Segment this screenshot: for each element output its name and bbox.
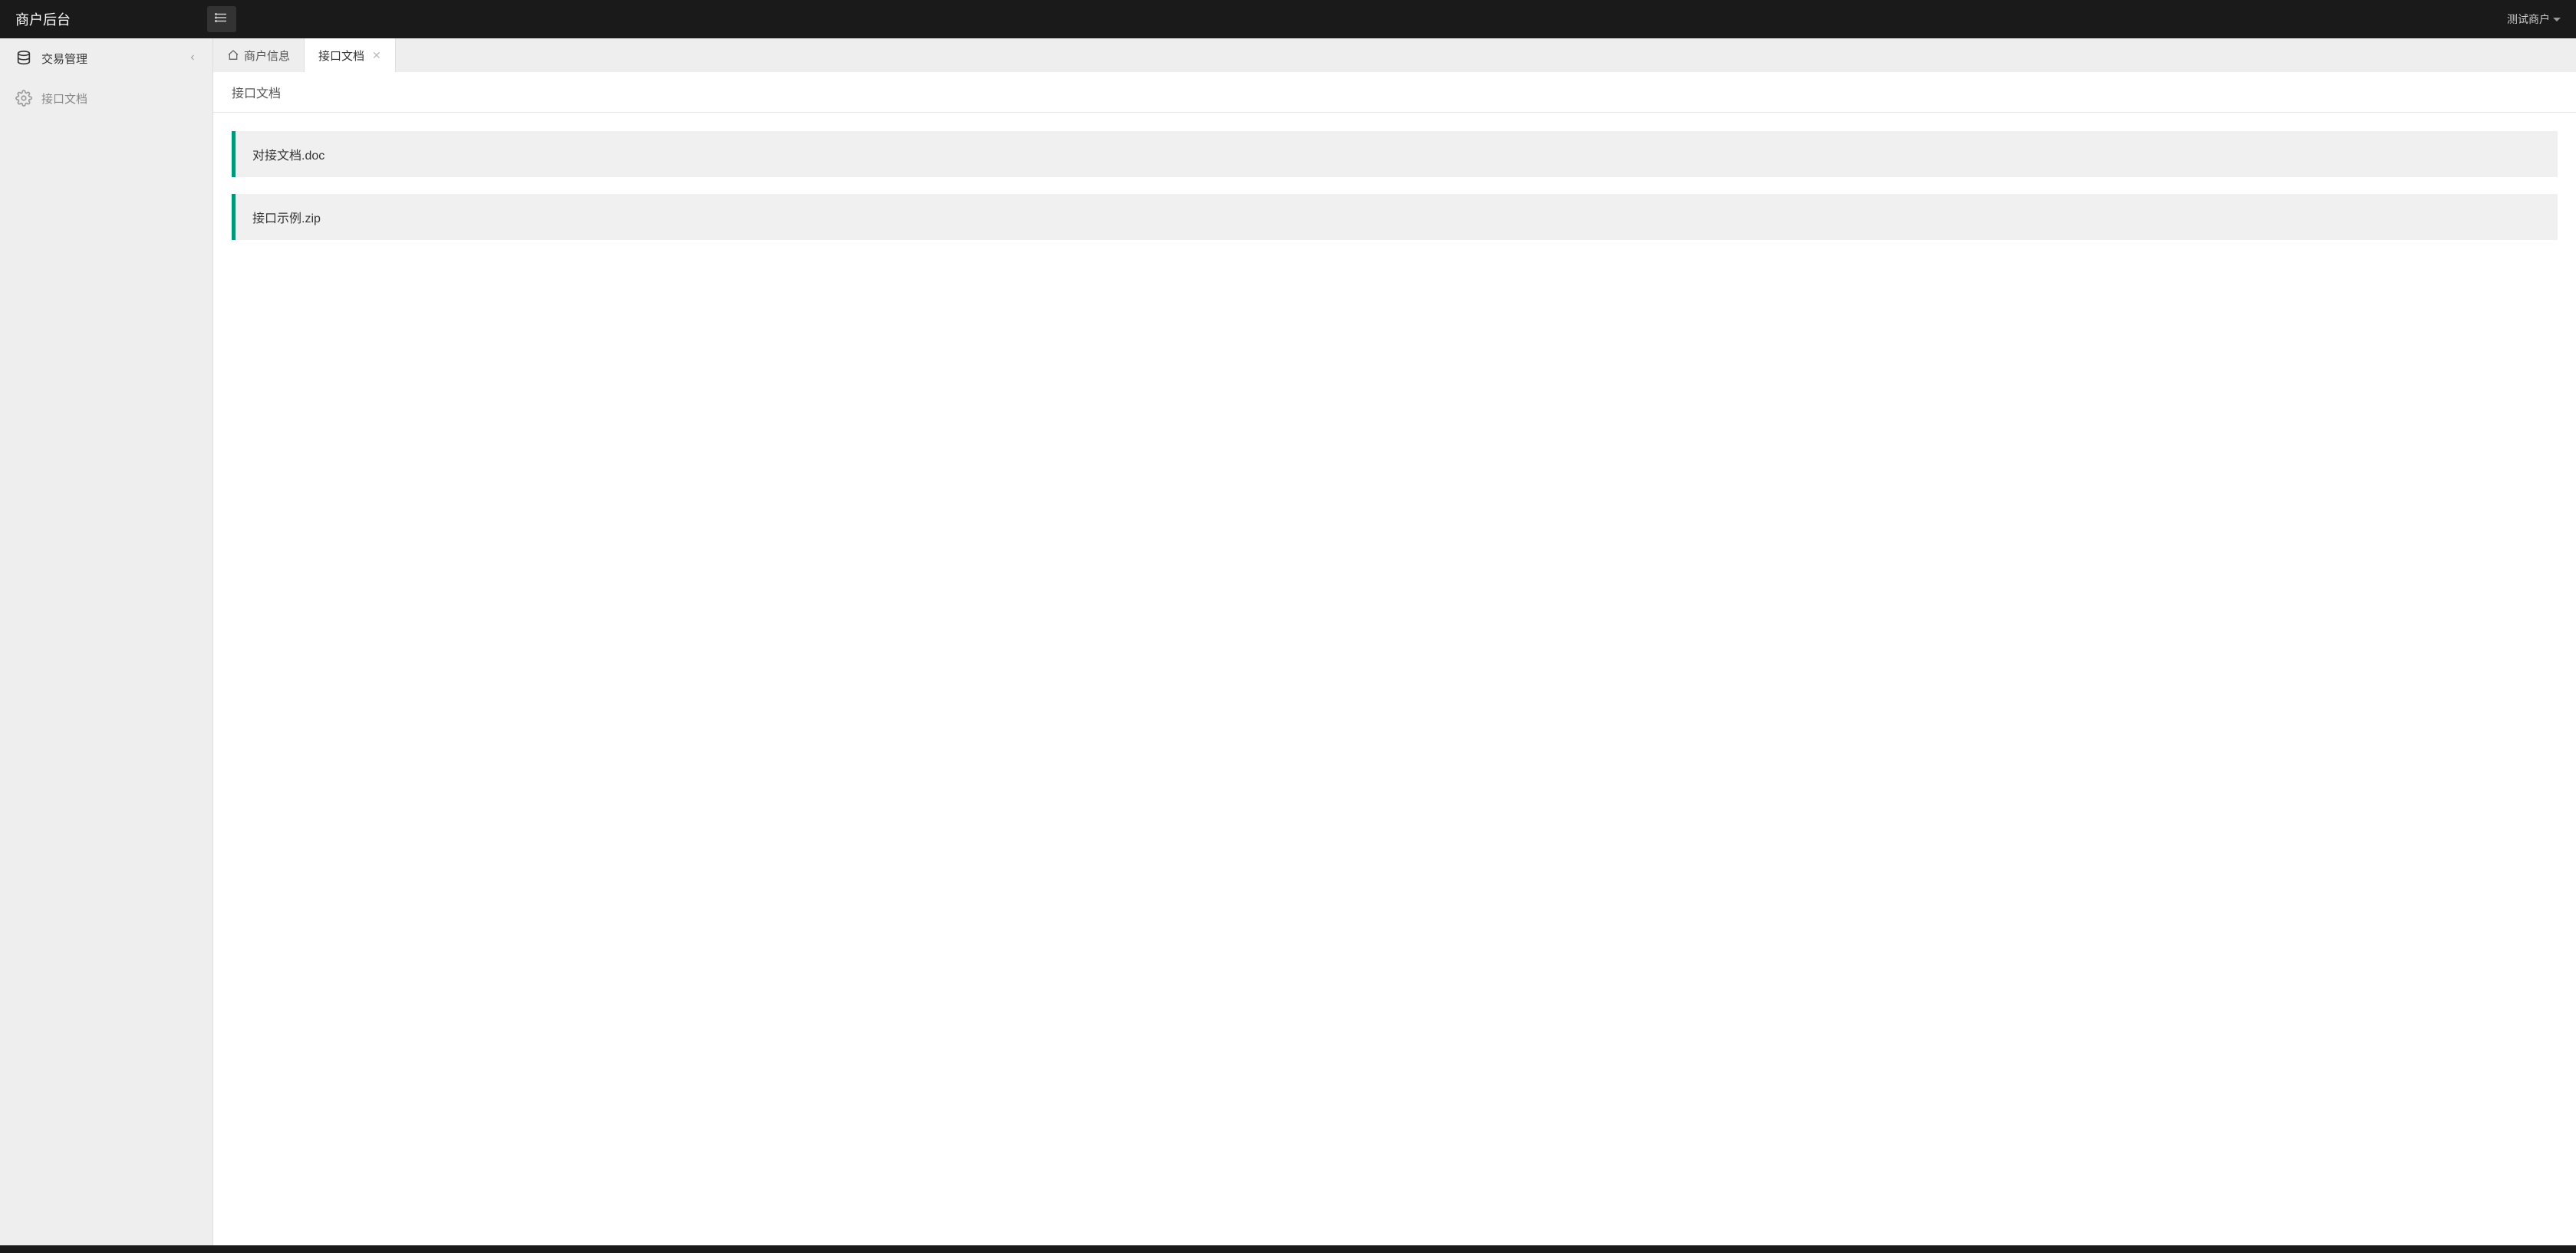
sidebar-item-api-docs[interactable]: 接口文档 bbox=[0, 78, 212, 118]
close-icon[interactable]: ✕ bbox=[372, 49, 381, 62]
tab-label: 商户信息 bbox=[244, 48, 290, 64]
bottom-bar bbox=[0, 1245, 2576, 1253]
main-wrapper: 交易管理 接口文档 bbox=[0, 38, 2576, 1245]
tab-label: 接口文档 bbox=[318, 48, 364, 64]
menu-toggle-button[interactable] bbox=[207, 6, 236, 32]
sidebar-item-label: 接口文档 bbox=[41, 90, 197, 107]
caret-down-icon bbox=[2553, 18, 2561, 21]
sidebar-item-label: 交易管理 bbox=[41, 51, 188, 67]
tab-api-docs[interactable]: 接口文档 ✕ bbox=[305, 38, 396, 72]
file-name: 接口示例.zip bbox=[252, 212, 321, 225]
file-item[interactable]: 接口示例.zip bbox=[232, 194, 2558, 240]
gear-icon bbox=[15, 90, 32, 107]
file-name: 对接文档.doc bbox=[252, 150, 324, 163]
user-label: 测试商户 bbox=[2507, 12, 2550, 27]
sidebar-item-transactions[interactable]: 交易管理 bbox=[0, 38, 212, 78]
page-title: 接口文档 bbox=[213, 72, 2576, 113]
topbar: 商户后台 测试商户 bbox=[0, 0, 2576, 38]
tabs-bar: 商户信息 接口文档 ✕ bbox=[213, 38, 2576, 72]
home-icon bbox=[227, 49, 239, 61]
content-area: 商户信息 接口文档 ✕ 接口文档 对接文档.doc 接口示例.zip bbox=[213, 38, 2576, 1245]
database-icon bbox=[15, 50, 32, 67]
page-body: 对接文档.doc 接口示例.zip bbox=[213, 113, 2576, 1245]
chevron-left-icon bbox=[188, 52, 197, 65]
file-item[interactable]: 对接文档.doc bbox=[232, 131, 2558, 177]
tab-merchant-info[interactable]: 商户信息 bbox=[213, 38, 305, 72]
list-icon bbox=[215, 11, 229, 28]
app-title: 商户后台 bbox=[15, 9, 71, 29]
user-menu[interactable]: 测试商户 bbox=[2507, 12, 2561, 27]
sidebar: 交易管理 接口文档 bbox=[0, 38, 213, 1245]
